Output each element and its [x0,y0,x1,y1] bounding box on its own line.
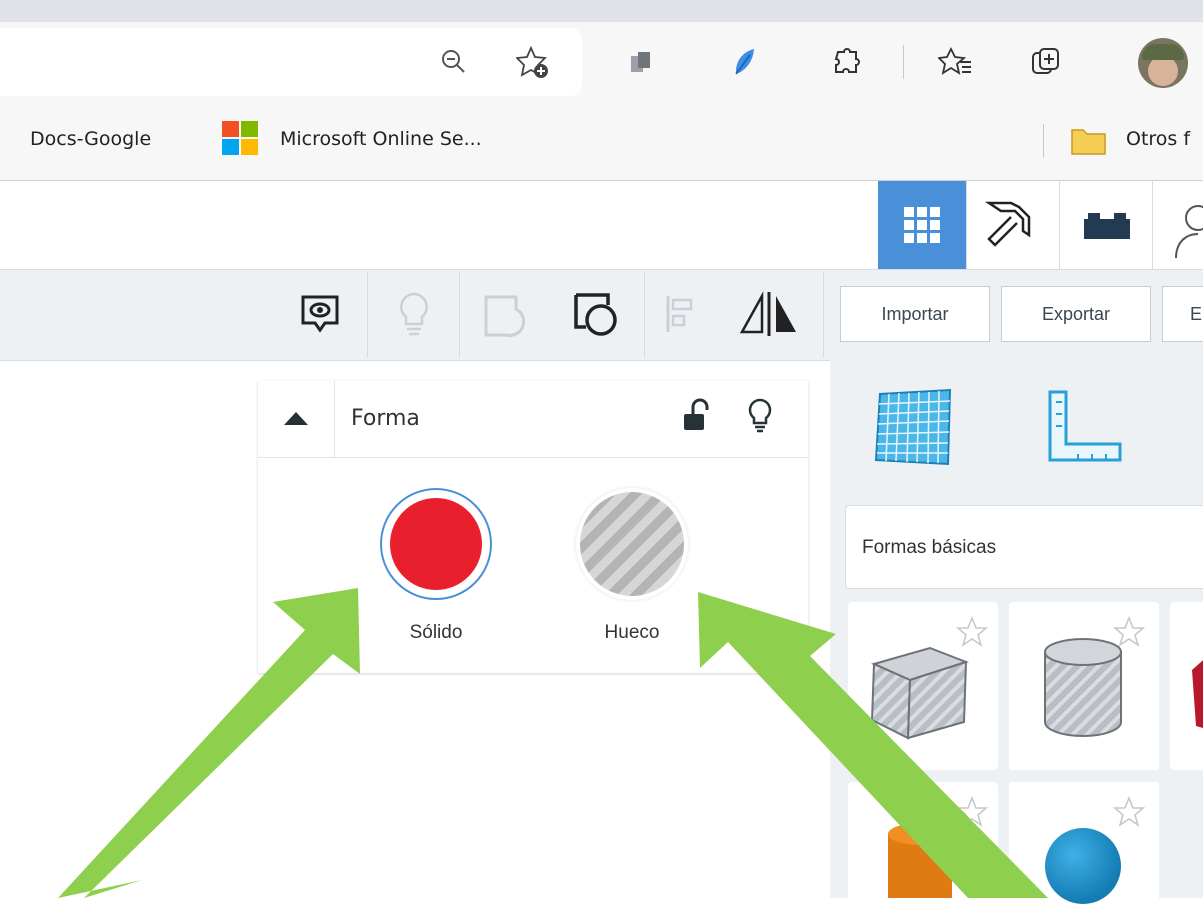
arrow-to-solid [58,588,360,898]
annotation-arrows [58,588,1048,898]
arrow-to-hole [698,592,1048,898]
